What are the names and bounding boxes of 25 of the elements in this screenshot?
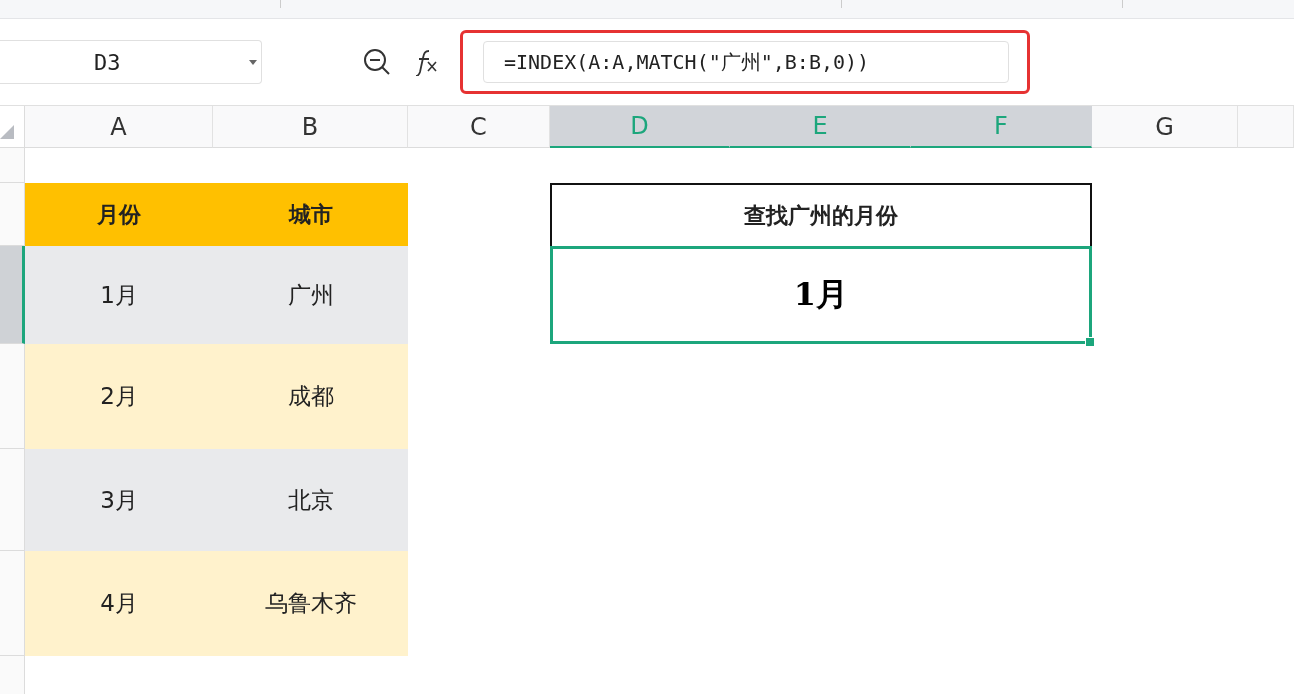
- table-cell: 1月: [25, 246, 213, 344]
- zoom-icon[interactable]: [362, 47, 392, 77]
- function-icon[interactable]: [414, 48, 440, 76]
- table-cell: 4月: [25, 551, 213, 656]
- table-cell: 广州: [213, 246, 408, 344]
- row-header[interactable]: [0, 246, 25, 344]
- table-header-cell: 月份: [25, 183, 213, 246]
- table-cell: 2月: [25, 344, 213, 449]
- select-all-icon[interactable]: [0, 125, 14, 139]
- column-header[interactable]: A: [25, 106, 213, 148]
- name-box[interactable]: D3: [0, 40, 262, 84]
- column-header[interactable]: C: [408, 106, 550, 148]
- caret-icon: [249, 60, 257, 65]
- column-header[interactable]: B: [213, 106, 408, 148]
- table-cell: 3月: [25, 449, 213, 551]
- table-cell: 北京: [213, 449, 408, 551]
- column-header[interactable]: [1238, 106, 1294, 148]
- table-header-cell: 查找广州的月份: [550, 183, 1092, 246]
- table-header-cell: 城市: [213, 183, 408, 246]
- column-header[interactable]: G: [1092, 106, 1238, 148]
- fill-handle[interactable]: [1085, 337, 1095, 347]
- result-cell[interactable]: 1月: [550, 246, 1092, 344]
- table-cell: 成都: [213, 344, 408, 449]
- formula-field[interactable]: =INDEX(A:A,MATCH("广州",B:B,0)): [483, 41, 1009, 83]
- table-cell: 乌鲁木齐: [213, 551, 408, 656]
